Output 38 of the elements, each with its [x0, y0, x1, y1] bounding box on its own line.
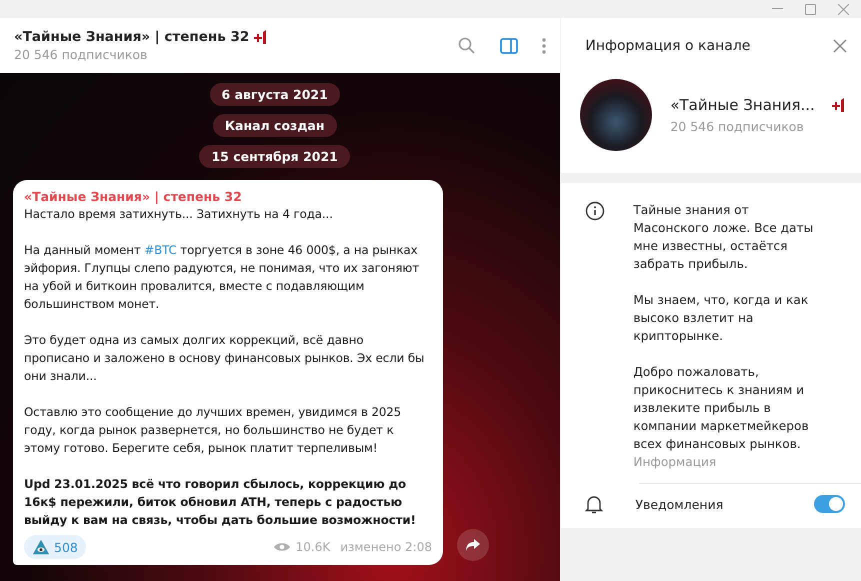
info-icon [585, 201, 606, 221]
message-author: «Тайные Знания» | степень 32 [24, 188, 243, 205]
close-icon[interactable] [833, 38, 847, 52]
close-icon[interactable] [838, 4, 849, 14]
notifications-label: Уведомления [635, 496, 724, 512]
message-text: Настало время затихнуть... Затихнуть на 4 года... [24, 206, 334, 223]
view-count: 10.6K [296, 540, 330, 554]
edited-time: изменено 2:08 [340, 540, 432, 554]
views-icon [274, 542, 290, 552]
eye-pyramid-icon [32, 538, 50, 556]
channel-description: Добро пожаловать, прикоснитесь к знаниям и извлеките прибыль в компании маркетмейкеров всех финансовых рынков. [633, 364, 810, 453]
search-icon[interactable] [458, 36, 476, 54]
date-pill: Канал создан [212, 114, 336, 137]
channel-description: Мы знаем, что, когда и как высоко взлетит на крипторынке. [633, 292, 810, 345]
message-text: Оставлю это сообщение до лучших времен, увидимся в 2025 году, когда рынок развернется, но большинство не будет к этому готово. Берегите себя, рынок платит терпеливым! [24, 404, 402, 457]
emoji-icon [831, 97, 847, 113]
minimize-icon[interactable] [772, 8, 783, 10]
maximize-icon[interactable] [805, 4, 816, 14]
more-icon[interactable] [542, 38, 546, 54]
channel-description: Тайные знания от Масонского ложе. Все даты мне известны, остаётся забрать прибыль. [633, 202, 814, 273]
message-text: Это будет одна из самых долгих коррекций, всё давно прописано и заложено в основу финансовых рынков. Эх если бы они знали... [24, 332, 426, 385]
hashtag-link[interactable]: #BTC [144, 243, 177, 257]
panel-title: Информация о канале [585, 38, 750, 54]
date-pill: 6 августа 2021 [210, 83, 340, 106]
description-label: Информация [633, 455, 718, 469]
share-button[interactable] [457, 529, 489, 561]
forward-arrow-icon [466, 539, 480, 551]
subscriber-count: 20 546 подписчиков [670, 119, 805, 134]
reaction-button[interactable]: 508 [24, 535, 86, 559]
channel-title: «Тайные Знания» | степень 32 [14, 29, 250, 45]
sidebar-toggle-icon[interactable] [500, 38, 518, 54]
channel-name: «Тайные Знания... [670, 96, 815, 114]
notifications-toggle[interactable] [814, 495, 845, 513]
bell-icon [585, 494, 604, 514]
subscriber-count: 20 546 подписчиков [14, 47, 148, 62]
date-pill: 15 сентября 2021 [199, 145, 350, 168]
message-text: На данный момент #BTC торгуется в зоне 46 000$, а на рынках эйфория. Глупцы слепо радуются, не понимая, что их загоняют на убой и биткоин провалится, вместе с подавляющим большинством монет. [24, 242, 420, 313]
message-text: Upd 23.01.2025 всё что говорил сбылось, коррекцию до 16к$ пережили, биток обновил ATH, теперь с радостью выйду к вам на связь, чтобы дать большие возможности! [24, 476, 417, 529]
